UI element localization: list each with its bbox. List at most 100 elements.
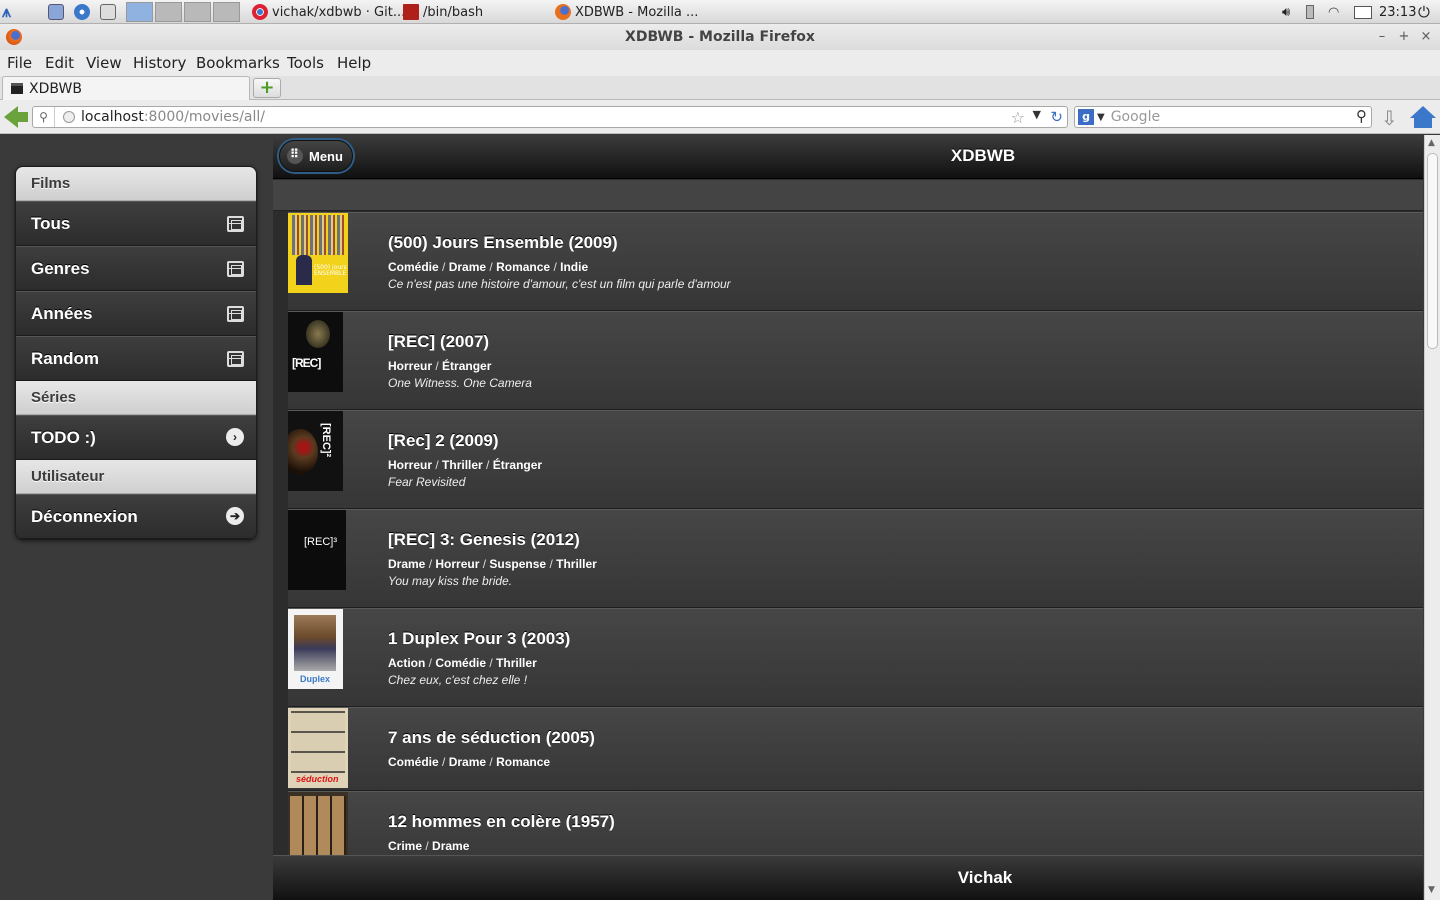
sidebar-item-genres[interactable]: Genres: [16, 246, 256, 291]
browser-launcher-icon[interactable]: [74, 0, 94, 24]
movie-title: 1 Duplex Pour 3 (2003): [388, 629, 571, 648]
movie-item[interactable]: (500) jours ENSEMBLE (500) Jours Ensembl…: [288, 212, 1423, 311]
movie-poster: Duplex: [288, 609, 343, 689]
minimize-button[interactable]: –: [1371, 24, 1393, 50]
film-icon: [227, 351, 244, 367]
menu-help[interactable]: Help: [337, 54, 371, 72]
movie-genres: Comédie / Drame / Romance / Indie: [388, 260, 588, 274]
volume-icon[interactable]: 🔊︎: [1282, 0, 1290, 24]
url-dropdown-icon[interactable]: ▼: [1033, 108, 1041, 121]
movie-item[interactable]: [REC] [REC] (2007) Horreur / Étranger On…: [288, 311, 1423, 410]
genre-separator: /: [425, 557, 436, 571]
taskbar-task-bash[interactable]: /bin/bash: [403, 0, 483, 24]
sidebar-item-deconnexion[interactable]: Déconnexion ➔: [16, 494, 256, 539]
sidebar-item-label: Random: [31, 349, 99, 368]
movie-item[interactable]: Duplex 1 Duplex Pour 3 (2003) Action / C…: [288, 608, 1423, 707]
taskbar-task-label: /bin/bash: [423, 4, 484, 20]
url-bar[interactable]: ⚲ localhost:8000/movies/all/ ☆ ▼ ↻: [32, 106, 1068, 128]
movie-item[interactable]: [REC]³ [REC] 3: Genesis (2012) Drame / H…: [288, 509, 1423, 608]
genre-label: Comédie: [388, 260, 439, 274]
site-identity-icon[interactable]: ⚲: [33, 107, 55, 127]
genre-label: Crime: [388, 839, 423, 853]
subheader-bar: [273, 180, 1423, 211]
movie-poster: séduction: [288, 708, 348, 788]
chevron-right-icon: ›: [226, 428, 244, 446]
new-tab-button[interactable]: +: [253, 78, 281, 98]
scrollbar-thumb[interactable]: [1427, 153, 1438, 349]
url-text[interactable]: localhost:8000/movies/all/: [81, 109, 265, 125]
tab-strip: XDBWB +: [0, 76, 1440, 100]
show-desktop-icon[interactable]: [48, 0, 68, 24]
movie-title: (500) Jours Ensemble (2009): [388, 233, 618, 252]
genre-label: Romance: [496, 755, 551, 769]
window-list-icon[interactable]: [100, 0, 120, 24]
sidebar-item-label: Années: [31, 304, 93, 323]
menu-edit[interactable]: Edit: [45, 54, 74, 72]
genre-label: Drame: [388, 557, 426, 571]
search-icon[interactable]: ⚲: [1356, 107, 1367, 125]
page-scrollbar[interactable]: ▲ ▼: [1424, 135, 1440, 900]
maximize-button[interactable]: +: [1393, 24, 1415, 50]
chrome-icon: [252, 4, 268, 20]
genre-separator: /: [432, 359, 443, 373]
scroll-down-icon[interactable]: ▼: [1428, 885, 1435, 895]
genre-separator: /: [422, 839, 433, 853]
movie-item[interactable]: séduction 7 ans de séduction (2005) Comé…: [288, 707, 1423, 791]
film-icon: [227, 261, 244, 277]
movie-poster: [REC]³: [288, 510, 346, 590]
menu-history[interactable]: History: [133, 54, 186, 72]
power-icon[interactable]: ⏻: [1418, 0, 1430, 24]
movie-item[interactable]: [REC]² [Rec] 2 (2009) Horreur / Thriller…: [288, 410, 1423, 509]
close-button[interactable]: ×: [1415, 24, 1437, 50]
reload-icon[interactable]: ↻: [1050, 108, 1063, 126]
movie-tagline: Fear Revisited: [388, 475, 466, 489]
search-bar[interactable]: g ▼ Google ⚲: [1074, 106, 1372, 128]
taskbar-task-label: XDBWB - Mozilla ...: [575, 4, 699, 20]
window-title: XDBWB - Mozilla Firefox: [625, 29, 815, 45]
genre-separator: /: [432, 458, 443, 472]
bookmark-star-icon[interactable]: ☆: [1011, 108, 1025, 127]
movie-genres: Horreur / Étranger: [388, 359, 491, 373]
url-host: localhost: [81, 109, 144, 125]
logout-icon: ➔: [226, 507, 244, 525]
genre-separator: /: [550, 260, 561, 274]
movie-genres: Action / Comédie / Thriller: [388, 656, 537, 670]
menu-bar: File Edit View History Bookmarks Tools H…: [0, 50, 1440, 76]
clock[interactable]: 23:13: [1379, 0, 1416, 24]
menu-view[interactable]: View: [86, 54, 122, 72]
battery-icon[interactable]: [1306, 0, 1314, 24]
genre-label: Horreur: [435, 557, 480, 571]
genre-label: Romance: [496, 260, 551, 274]
sidebar-item-annees[interactable]: Années: [16, 291, 256, 336]
movie-poster: (500) jours ENSEMBLE: [288, 213, 348, 293]
sidebar-item-todo[interactable]: TODO :) ›: [16, 415, 256, 460]
downloads-icon[interactable]: ⇩: [1381, 106, 1398, 130]
wifi-icon[interactable]: ◠: [1328, 0, 1339, 24]
tab-xdbwb[interactable]: XDBWB: [2, 76, 250, 100]
scroll-up-icon[interactable]: ▲: [1428, 138, 1435, 148]
app-menu-icon[interactable]: ⩚: [2, 0, 40, 24]
engine-dropdown-icon[interactable]: ▼: [1097, 112, 1105, 123]
menu-bookmarks[interactable]: Bookmarks: [196, 54, 280, 72]
movie-title: 7 ans de séduction (2005): [388, 728, 595, 747]
page-favicon-icon: [11, 83, 23, 94]
genre-label: Étranger: [442, 359, 492, 373]
taskbar-task-git[interactable]: vichak/xdbwb · Git...: [252, 0, 405, 24]
search-input[interactable]: Google: [1111, 109, 1160, 125]
genre-separator: /: [438, 260, 449, 274]
google-engine-icon[interactable]: g: [1078, 109, 1094, 125]
menu-file[interactable]: File: [7, 54, 32, 72]
movie-title: [REC] 3: Genesis (2012): [388, 530, 580, 549]
sidebar-item-tous[interactable]: Tous: [16, 201, 256, 246]
movie-genres: Drame / Horreur / Suspense / Thriller: [388, 557, 597, 571]
sidebar-item-random[interactable]: Random: [16, 336, 256, 381]
menu-tools[interactable]: Tools: [287, 54, 324, 72]
terminal-icon: [403, 4, 419, 20]
mail-notification-icon[interactable]: [1354, 0, 1372, 24]
genre-separator: /: [425, 656, 436, 670]
taskbar-task-firefox[interactable]: XDBWB - Mozilla ...: [555, 0, 698, 24]
movie-title: 12 hommes en colère (1957): [388, 812, 615, 831]
sidebar-item-label: TODO :): [31, 428, 96, 447]
system-taskbar: ⩚ vichak/xdbwb · Git... /bin/bash XDBWB …: [0, 0, 1440, 24]
genre-separator: /: [486, 260, 497, 274]
